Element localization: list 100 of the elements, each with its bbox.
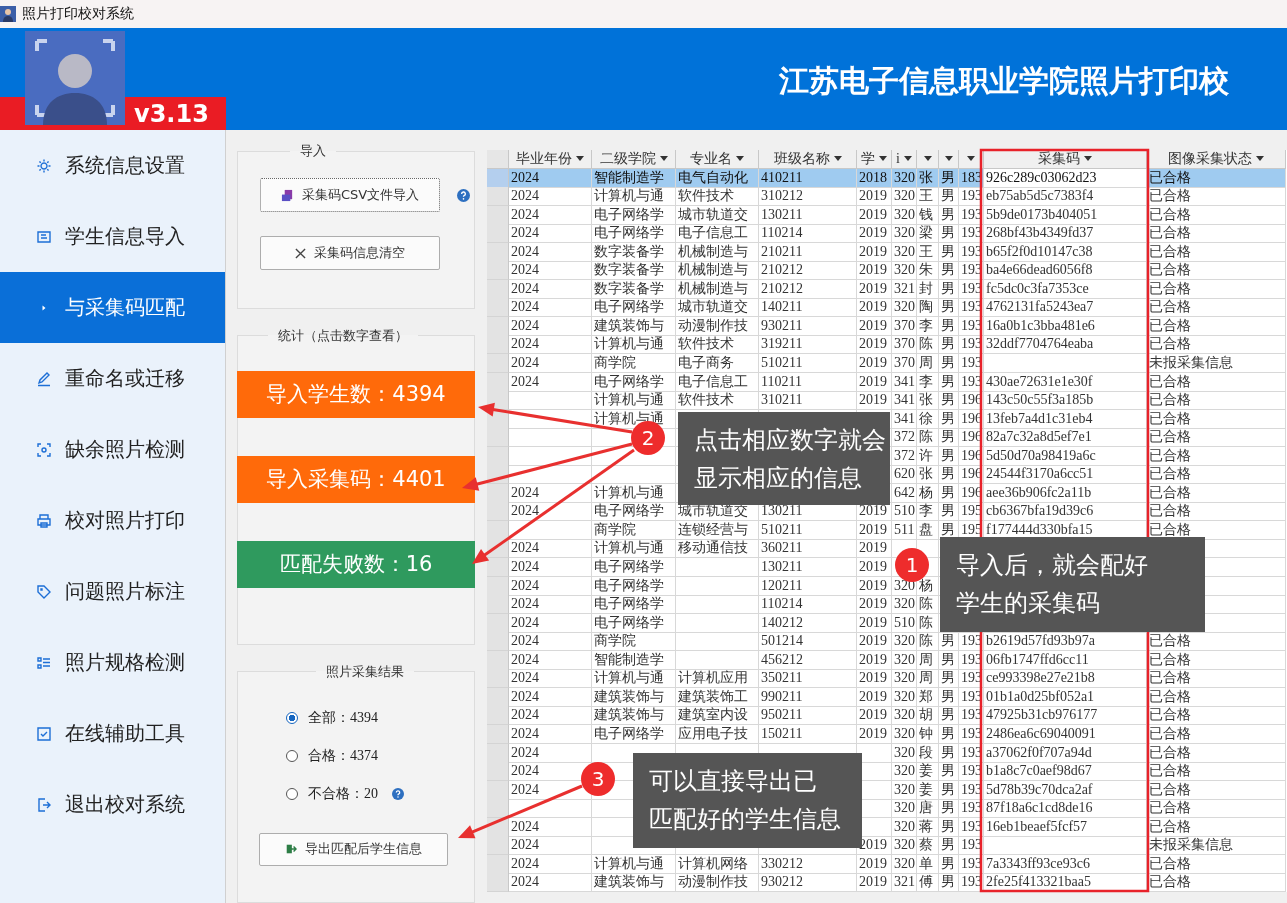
table-cell: 已合格: [1149, 391, 1191, 410]
column-header[interactable]: [939, 150, 959, 169]
version-label: v3.13: [134, 99, 209, 128]
column-header[interactable]: [959, 150, 984, 169]
table-cell: 男: [941, 261, 955, 280]
table-cell: 2024: [511, 503, 539, 520]
table-cell: 2019: [859, 633, 887, 650]
table-cell: 男: [941, 743, 955, 762]
table-cell: 周: [919, 669, 933, 688]
sidebar-item[interactable]: 问题照片标注: [0, 556, 225, 627]
dropdown-icon[interactable]: [736, 156, 744, 162]
help-icon[interactable]: [457, 188, 470, 202]
table-cell: 2024: [511, 744, 539, 761]
sidebar-item[interactable]: 校对照片打印: [0, 485, 225, 556]
radio-label[interactable]: 全部：4394: [308, 708, 378, 727]
radio-button[interactable]: [286, 749, 298, 762]
edit-icon: [36, 370, 52, 387]
table-cell: 男: [941, 372, 955, 391]
table-cell: 320: [894, 633, 915, 650]
column-header[interactable]: 二级学院: [592, 150, 676, 169]
table-cell: 320: [894, 299, 915, 316]
sidebar-item[interactable]: 照片规格检测: [0, 627, 225, 698]
dropdown-icon[interactable]: [903, 156, 912, 162]
table-cell: 已合格: [1149, 632, 1191, 651]
table-cell: 蔡: [919, 836, 933, 855]
id-card-icon: [36, 228, 52, 245]
table-cell: 电子网络学: [594, 558, 664, 577]
sidebar-item[interactable]: 系统信息设置: [0, 130, 225, 201]
table-cell: 370: [894, 317, 915, 334]
table-cell: aee36b906fc2a11b: [986, 484, 1092, 501]
table-cell: 01b1a0d25bf052a1: [986, 688, 1095, 705]
sidebar-item[interactable]: 重命名或迁移: [0, 343, 225, 414]
export-button[interactable]: 导出匹配后学生信息: [259, 832, 448, 866]
dropdown-icon[interactable]: [944, 156, 953, 162]
sidebar-item[interactable]: 在线辅助工具: [0, 698, 225, 769]
table-cell: 已合格: [1149, 261, 1191, 280]
column-header[interactable]: 毕业年份: [509, 150, 592, 169]
column-header[interactable]: 班级名称: [759, 150, 857, 169]
table-cell: 电子网络学: [594, 502, 664, 521]
dropdown-icon[interactable]: [833, 156, 842, 162]
table-cell: 商学院: [594, 354, 636, 372]
table-cell: 电子网络学: [594, 613, 664, 632]
table-cell: 2024: [511, 169, 539, 186]
table-cell: 男: [941, 224, 955, 243]
table-cell: 501214: [761, 633, 803, 650]
table-cell: 已合格: [1149, 168, 1191, 187]
table-cell: 已合格: [1149, 743, 1191, 762]
dropdown-icon[interactable]: [879, 156, 887, 162]
column-header[interactable]: 图像采集状态: [1147, 150, 1286, 169]
table-cell: 梁: [919, 224, 933, 243]
column-header[interactable]: [917, 150, 939, 169]
table-cell: 智能制造学: [594, 168, 664, 187]
table-cell: 310211: [761, 392, 803, 409]
radio-label[interactable]: 不合格：20: [308, 784, 378, 803]
table-cell: 男: [941, 706, 955, 725]
table-cell: 李: [919, 316, 933, 335]
sidebar-item[interactable]: 学生信息导入: [0, 201, 225, 272]
stat-button[interactable]: 匹配失败数：16: [237, 540, 475, 588]
table-cell: 男: [941, 298, 955, 317]
table-cell: 男: [941, 187, 955, 206]
table-cell: 钱: [919, 205, 933, 224]
import-button[interactable]: 采集码CSV文件导入: [260, 178, 440, 212]
table-cell: 已合格: [1149, 854, 1191, 873]
column-header[interactable]: 学: [857, 150, 892, 169]
table-cell: 430ae72631e1e30f: [986, 373, 1093, 390]
dropdown-icon[interactable]: [923, 156, 932, 162]
group-title: 照片采集结果: [325, 662, 405, 681]
table-cell: 计算机与通: [594, 187, 664, 206]
table-cell: 已合格: [1149, 502, 1191, 521]
dropdown-icon[interactable]: [659, 156, 668, 162]
column-header[interactable]: i: [892, 150, 917, 169]
exit-icon: [36, 796, 52, 813]
help-icon[interactable]: [392, 787, 404, 800]
table-cell: eb75ab5d5c7383f4: [986, 188, 1094, 205]
select-all-cell[interactable]: [487, 150, 509, 169]
radio-button[interactable]: [286, 787, 298, 800]
radio-button[interactable]: [286, 711, 298, 724]
dropdown-icon[interactable]: [967, 156, 975, 162]
table-cell: 2019: [859, 855, 887, 872]
table-cell: 320: [894, 262, 915, 279]
table-cell: 410211: [761, 169, 803, 186]
table-cell: 110214: [761, 225, 803, 242]
table-cell: 930212: [761, 874, 803, 891]
table-cell: 已合格: [1149, 873, 1191, 892]
radio-label[interactable]: 合格：4374: [308, 746, 378, 765]
table-cell: 已合格: [1149, 650, 1191, 669]
clear-button[interactable]: 采集码信息清空: [260, 236, 440, 270]
table-cell: 4762131fa5243ea7: [986, 299, 1094, 316]
dropdown-icon[interactable]: [1256, 156, 1264, 162]
table-cell: 321: [894, 280, 915, 297]
sidebar-item[interactable]: 退出校对系统: [0, 769, 225, 840]
table-cell: 未报采集信息: [1149, 354, 1233, 372]
sidebar-item[interactable]: 缺余照片检测: [0, 414, 225, 485]
dropdown-icon[interactable]: [1084, 156, 1092, 162]
table-cell: 男: [941, 168, 955, 187]
sidebar-item[interactable]: 与采集码匹配: [0, 272, 225, 343]
column-header[interactable]: 专业名: [676, 150, 759, 169]
dropdown-icon[interactable]: [576, 156, 584, 162]
table-cell: 2019: [859, 874, 887, 891]
table-cell: 320: [894, 855, 915, 872]
